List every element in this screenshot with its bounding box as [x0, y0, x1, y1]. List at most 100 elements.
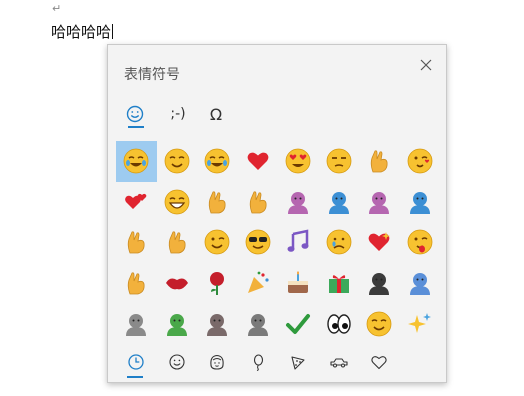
two-hearts-icon [125, 193, 147, 209]
emoji-thumbs-up[interactable] [197, 182, 238, 223]
category-symbols[interactable] [359, 345, 400, 379]
winking-face-icon [204, 230, 230, 255]
check-mark-icon [286, 313, 311, 334]
sparkling-heart-icon [368, 232, 391, 252]
person-facepalming-icon [288, 191, 309, 214]
emoji-hacker-cat[interactable] [116, 303, 157, 344]
sparkles-icon [407, 312, 431, 333]
emoji-check-mark[interactable] [278, 303, 319, 344]
unamused-face-icon [326, 148, 352, 174]
emoji-smiling-face-with-sunglasses[interactable] [238, 222, 279, 263]
smiley-face-icon [169, 354, 185, 370]
category-empty-slot [400, 345, 441, 379]
person-face-icon [210, 354, 224, 370]
omega-icon: Ω [209, 104, 223, 124]
emoji-two-hearts[interactable] [116, 182, 157, 223]
emoji-man-facepalming[interactable] [319, 182, 360, 223]
clock-icon [128, 354, 144, 370]
emoji-slightly-smiling-face[interactable] [359, 303, 400, 344]
emoji-panel: 表情符号 ;-) Ω [107, 44, 447, 383]
panel-title: 表情符号 [124, 67, 180, 83]
emoji-unamused-face[interactable] [319, 141, 360, 182]
face-with-tears-of-joy-icon [204, 148, 230, 174]
rolling-on-floor-laughing-icon [123, 148, 149, 174]
emoji-face-blowing-kiss[interactable] [400, 141, 441, 182]
category-food[interactable] [278, 345, 319, 379]
zany-face-icon [407, 230, 433, 255]
emoji-woman-shrugging[interactable] [359, 182, 400, 223]
emoji-red-heart[interactable] [238, 141, 279, 182]
grinning-face-icon [164, 189, 190, 215]
balloon-icon [253, 354, 263, 371]
emoji-raising-hands[interactable] [238, 182, 279, 223]
emoji-ok-hand[interactable] [359, 141, 400, 182]
category-travel[interactable] [319, 345, 360, 379]
emoji-grinning-face[interactable] [157, 182, 198, 223]
emoji-sparkling-heart[interactable] [359, 222, 400, 263]
category-recent[interactable] [116, 345, 157, 379]
emoji-crying-face[interactable] [319, 222, 360, 263]
stunt-cat-icon [207, 313, 228, 336]
emoji-birthday-cake[interactable] [278, 263, 319, 304]
man-facepalming-icon [328, 191, 349, 214]
man-shrugging-icon [409, 191, 430, 214]
crossed-fingers-icon [168, 231, 186, 254]
emoji-ninja-cat[interactable] [359, 263, 400, 304]
clapping-hands-icon [128, 272, 145, 295]
smiling-face-with-sunglasses-icon [245, 230, 271, 255]
emoji-winking-face[interactable] [197, 222, 238, 263]
emoji-crossed-fingers[interactable] [157, 222, 198, 263]
tab-kaomoji[interactable]: ;-) [158, 97, 198, 131]
emoji-hipster-cat[interactable] [238, 303, 279, 344]
category-smileys[interactable] [157, 345, 198, 379]
category-celebration[interactable] [238, 345, 279, 379]
car-icon [330, 358, 348, 368]
emoji-heart-eyes[interactable] [278, 141, 319, 182]
ok-hand-icon [371, 150, 388, 173]
emoji-stunt-cat[interactable] [197, 303, 238, 344]
astro-cat-icon [409, 273, 430, 296]
heart-outline-icon [371, 356, 387, 370]
smiling-face-icon [164, 148, 190, 174]
emoji-man-shrugging[interactable] [400, 182, 441, 223]
emoji-victory-hand[interactable] [116, 222, 157, 263]
thumbs-up-icon [209, 191, 226, 214]
pizza-icon [291, 356, 305, 370]
emoji-face-with-tears-of-joy[interactable] [197, 141, 238, 182]
emoji-sparkles[interactable] [400, 303, 441, 344]
slightly-smiling-face-icon [366, 311, 392, 337]
birthday-cake-icon [288, 271, 309, 294]
woman-shrugging-icon [369, 191, 390, 214]
heart-eyes-icon [285, 148, 311, 174]
emoji-dino-cat[interactable] [157, 303, 198, 344]
emoji-zany-face[interactable] [400, 222, 441, 263]
panel-tabs: ;-) Ω [108, 97, 446, 135]
paragraph-mark: ↵ [52, 2, 62, 15]
category-bar [116, 345, 440, 379]
eyes-icon [327, 313, 351, 334]
emoji-person-facepalming[interactable] [278, 182, 319, 223]
emoji-grid [116, 141, 440, 344]
emoji-musical-notes[interactable] [278, 222, 319, 263]
kiss-mark-icon [165, 278, 188, 290]
emoji-kiss-mark[interactable] [157, 263, 198, 304]
emoji-wrapped-gift[interactable] [319, 263, 360, 304]
hacker-cat-icon [126, 313, 147, 336]
emoji-smiling-face[interactable] [157, 141, 198, 182]
document-text-line[interactable]: 哈哈哈哈 [51, 21, 114, 42]
emoji-eyes[interactable] [319, 303, 360, 344]
rose-icon [210, 272, 225, 296]
wrapped-gift-icon [328, 275, 349, 294]
emoji-clapping-hands[interactable] [116, 263, 157, 304]
category-people[interactable] [197, 345, 238, 379]
ninja-cat-icon [369, 273, 390, 296]
emoji-party-popper[interactable] [238, 263, 279, 304]
face-blowing-kiss-icon [407, 148, 433, 174]
smiley-icon [126, 105, 144, 123]
emoji-rolling-on-floor-laughing[interactable] [116, 141, 157, 182]
emoji-rose[interactable] [197, 263, 238, 304]
tab-symbols[interactable]: Ω [199, 97, 233, 131]
emoji-astro-cat[interactable] [400, 263, 441, 304]
close-button[interactable] [414, 53, 438, 77]
close-icon [420, 59, 432, 71]
